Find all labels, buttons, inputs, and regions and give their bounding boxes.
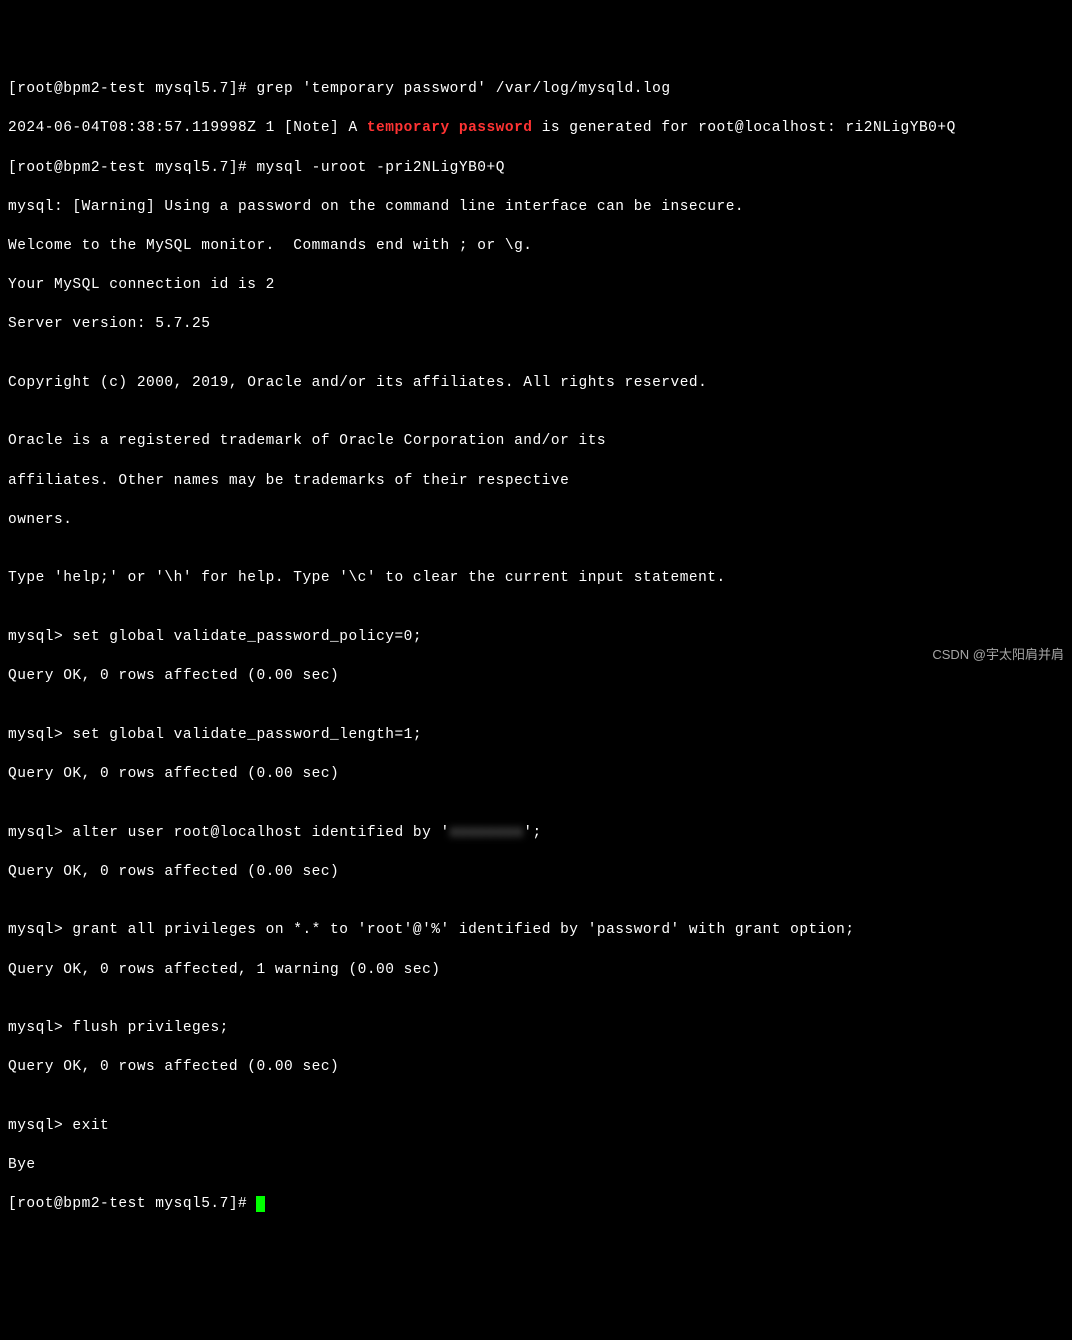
cursor-icon <box>256 1196 265 1212</box>
mysql-prompt: mysql> <box>8 1118 72 1134</box>
log-output: 2024-06-04T08:38:57.119998Z 1 [Note] A <box>8 120 367 136</box>
sql-command: set global validate_password_length=1; <box>72 727 422 743</box>
terminal-line: mysql> set global validate_password_leng… <box>8 726 1064 746</box>
terminal-line: Query OK, 0 rows affected (0.00 sec) <box>8 667 1064 687</box>
terminal-line: 2024-06-04T08:38:57.119998Z 1 [Note] A t… <box>8 119 1064 139</box>
highlighted-match: temporary password <box>367 120 533 136</box>
terminal-line: Copyright (c) 2000, 2019, Oracle and/or … <box>8 374 1064 394</box>
terminal-line: Query OK, 0 rows affected (0.00 sec) <box>8 1058 1064 1078</box>
terminal-line: mysql> exit <box>8 1117 1064 1137</box>
terminal-line: [root@bpm2-test mysql5.7]# grep 'tempora… <box>8 80 1064 100</box>
sql-command: alter user root@localhost identified by … <box>72 825 449 841</box>
shell-prompt: [root@bpm2-test mysql5.7]# <box>8 81 256 97</box>
terminal-line[interactable]: [root@bpm2-test mysql5.7]# <box>8 1195 1064 1215</box>
command-text: grep 'temporary password' /var/log/mysql… <box>256 81 670 97</box>
watermark-text: CSDN @宇太阳肩并肩 <box>932 646 1064 664</box>
terminal-line: owners. <box>8 511 1064 531</box>
sql-command: '; <box>523 825 541 841</box>
mysql-prompt: mysql> <box>8 727 72 743</box>
shell-prompt: [root@bpm2-test mysql5.7]# <box>8 1196 256 1212</box>
terminal-line: Bye <box>8 1156 1064 1176</box>
terminal-line: Query OK, 0 rows affected, 1 warning (0.… <box>8 961 1064 981</box>
terminal-line: Query OK, 0 rows affected (0.00 sec) <box>8 863 1064 883</box>
redacted-password: xxxxxxxx <box>450 824 524 844</box>
mysql-prompt: mysql> <box>8 825 72 841</box>
terminal-line: Server version: 5.7.25 <box>8 315 1064 335</box>
terminal-line: mysql> grant all privileges on *.* to 'r… <box>8 921 1064 941</box>
mysql-prompt: mysql> <box>8 922 72 938</box>
sql-command: grant all privileges on *.* to 'root'@'%… <box>72 922 854 938</box>
terminal-line: Type 'help;' or '\h' for help. Type '\c'… <box>8 569 1064 589</box>
log-output: is generated for root@localhost: ri2NLig… <box>533 120 956 136</box>
shell-prompt: [root@bpm2-test mysql5.7]# <box>8 160 256 176</box>
terminal-line: mysql> set global validate_password_poli… <box>8 628 1064 648</box>
command-text: mysql -uroot -pri2NLigYB0+Q <box>256 160 504 176</box>
terminal-line: mysql: [Warning] Using a password on the… <box>8 198 1064 218</box>
terminal-line: Query OK, 0 rows affected (0.00 sec) <box>8 765 1064 785</box>
sql-command: exit <box>72 1118 109 1134</box>
terminal-line: Welcome to the MySQL monitor. Commands e… <box>8 237 1064 257</box>
terminal-line: Your MySQL connection id is 2 <box>8 276 1064 296</box>
terminal-line: [root@bpm2-test mysql5.7]# mysql -uroot … <box>8 159 1064 179</box>
sql-command: flush privileges; <box>72 1020 228 1036</box>
mysql-prompt: mysql> <box>8 629 72 645</box>
terminal-line: Oracle is a registered trademark of Orac… <box>8 432 1064 452</box>
mysql-prompt: mysql> <box>8 1020 72 1036</box>
terminal-line: mysql> alter user root@localhost identif… <box>8 824 1064 844</box>
terminal-line: mysql> flush privileges; <box>8 1019 1064 1039</box>
terminal-line: affiliates. Other names may be trademark… <box>8 472 1064 492</box>
sql-command: set global validate_password_policy=0; <box>72 629 422 645</box>
